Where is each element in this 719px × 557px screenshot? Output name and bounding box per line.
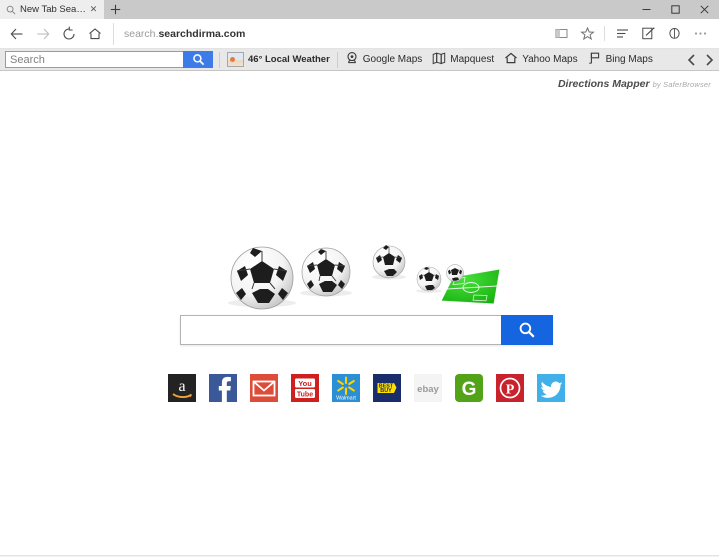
close-icon[interactable]: ✕ bbox=[87, 3, 100, 16]
divider bbox=[604, 26, 605, 41]
page-content: Directions Mapper by SaferBrowser a You … bbox=[0, 71, 719, 555]
shortcut-groupon[interactable]: G bbox=[455, 374, 483, 402]
flag-icon bbox=[588, 51, 602, 68]
star-icon[interactable] bbox=[574, 21, 600, 47]
svg-text:Walmart: Walmart bbox=[336, 396, 356, 402]
browser-window: New Tab Search ✕ search.searchdirma.com … bbox=[0, 0, 719, 557]
soccer-ball-3 bbox=[372, 245, 406, 280]
svg-text:P: P bbox=[506, 383, 515, 398]
shortcut-facebook[interactable] bbox=[209, 374, 237, 402]
shortcut-ebay[interactable]: ebay bbox=[414, 374, 442, 402]
toolbar-item-label: Bing Maps bbox=[605, 54, 653, 65]
map-pin-icon bbox=[345, 51, 359, 68]
tab-title: New Tab Search bbox=[20, 4, 87, 15]
brand-title: Directions Mapper by SaferBrowser bbox=[558, 78, 711, 90]
shortcut-gmail[interactable] bbox=[250, 374, 278, 402]
toolbar-item-label: 46° Local Weather bbox=[248, 54, 330, 65]
shortcut-pinterest[interactable]: P bbox=[496, 374, 524, 402]
soccer-ball-1 bbox=[228, 246, 296, 310]
search-icon bbox=[6, 5, 16, 15]
url-host: searchdirma.com bbox=[158, 27, 246, 40]
forward-button[interactable] bbox=[30, 21, 56, 47]
soccer-ball-2 bbox=[300, 247, 352, 297]
divider bbox=[219, 51, 220, 68]
soccer-ball-5 bbox=[446, 264, 464, 282]
reading-view-icon[interactable] bbox=[548, 21, 574, 47]
svg-text:G: G bbox=[462, 379, 477, 400]
browser-tab[interactable]: New Tab Search ✕ bbox=[0, 0, 104, 19]
toolbar-prev-button[interactable] bbox=[683, 50, 700, 70]
maximize-button[interactable] bbox=[661, 0, 690, 19]
shortcut-youtube[interactable]: You Tube bbox=[291, 374, 319, 402]
shortcut-walmart[interactable]: Walmart bbox=[332, 374, 360, 402]
refresh-icon[interactable] bbox=[56, 21, 82, 47]
url-scheme: search. bbox=[124, 27, 159, 40]
close-button[interactable] bbox=[690, 0, 719, 19]
toolbar-item-local-weather[interactable]: 46° Local Weather bbox=[222, 50, 335, 70]
toolbar-item-bing-maps[interactable]: Bing Maps bbox=[583, 50, 658, 70]
shortcut-amazon[interactable]: a bbox=[168, 374, 196, 402]
window-controls bbox=[632, 0, 719, 19]
titlebar-drag-area bbox=[126, 0, 632, 19]
svg-text:You: You bbox=[298, 379, 312, 388]
hub-icon[interactable] bbox=[609, 21, 635, 47]
toolbar-next-button[interactable] bbox=[700, 50, 717, 70]
toolbar-item-yahoo-maps[interactable]: Yahoo Maps bbox=[499, 50, 582, 70]
back-button[interactable] bbox=[4, 21, 30, 47]
home-icon bbox=[504, 51, 518, 68]
search-button[interactable] bbox=[183, 51, 213, 68]
web-note-icon[interactable] bbox=[635, 21, 661, 47]
toolbar-item-label: Google Maps bbox=[362, 54, 423, 65]
main-search bbox=[180, 315, 553, 345]
minimize-button[interactable] bbox=[632, 0, 661, 19]
shortcut-tiles: a You Tube Walmart BEST BUY ebay G P bbox=[168, 374, 565, 402]
home-icon[interactable] bbox=[82, 21, 108, 47]
new-tab-button[interactable] bbox=[104, 0, 126, 19]
svg-text:Tube: Tube bbox=[297, 391, 313, 398]
weather-thumbnail-icon bbox=[227, 52, 244, 67]
toolbar-item-label: Yahoo Maps bbox=[522, 54, 578, 65]
search-input[interactable] bbox=[5, 51, 183, 68]
divider bbox=[336, 51, 338, 68]
soccer-ball-4 bbox=[416, 266, 442, 293]
more-icon[interactable] bbox=[687, 21, 713, 47]
toolbar-item-label: Mapquest bbox=[450, 54, 495, 65]
folded-map-icon bbox=[432, 51, 446, 68]
navbar-actions bbox=[548, 21, 713, 47]
share-icon[interactable] bbox=[661, 21, 687, 47]
brand-name: Directions Mapper bbox=[557, 78, 650, 90]
main-search-button[interactable] bbox=[501, 315, 553, 345]
svg-text:BUY: BUY bbox=[380, 388, 392, 394]
soccer-balls-logo bbox=[215, 231, 505, 311]
toolbar-item-google-maps[interactable]: Google Maps bbox=[340, 50, 427, 70]
toolbar-search bbox=[5, 51, 213, 68]
extension-toolbar: 46° Local Weather Google Maps bbox=[0, 49, 719, 71]
brand-byline: by SaferBrowser bbox=[652, 80, 711, 89]
main-search-input[interactable] bbox=[180, 315, 501, 345]
navigation-bar: search.searchdirma.com bbox=[0, 19, 719, 49]
svg-text:a: a bbox=[178, 378, 185, 395]
address-bar[interactable]: search.searchdirma.com bbox=[113, 22, 548, 45]
title-bar: New Tab Search ✕ bbox=[0, 0, 719, 19]
svg-text:ebay: ebay bbox=[417, 384, 439, 395]
shortcut-bestbuy[interactable]: BEST BUY bbox=[373, 374, 401, 402]
shortcut-twitter[interactable] bbox=[537, 374, 565, 402]
toolbar-item-mapquest[interactable]: Mapquest bbox=[427, 50, 499, 70]
